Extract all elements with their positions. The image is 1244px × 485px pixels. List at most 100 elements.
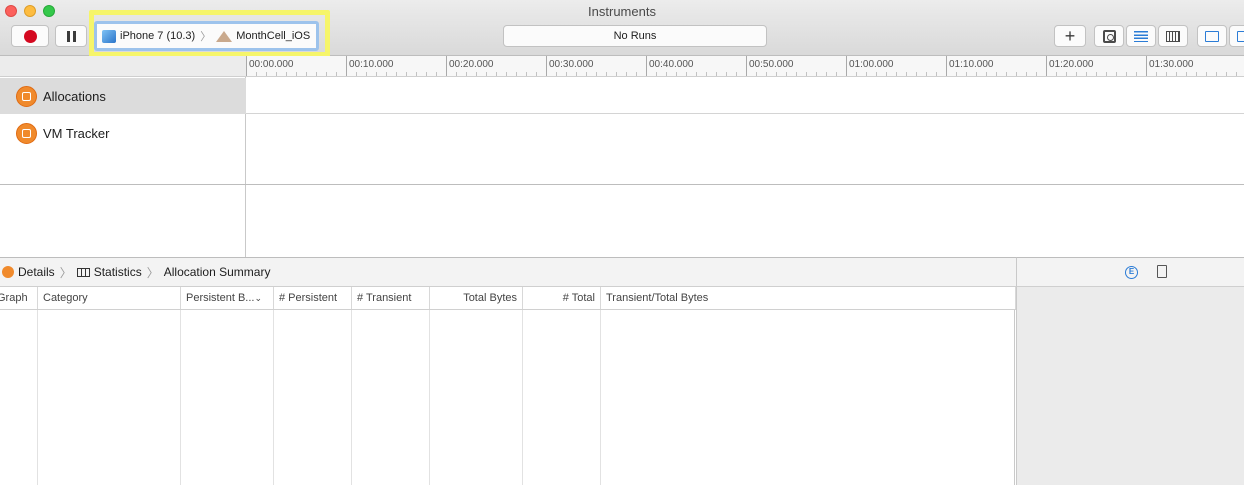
- app-label: MonthCell_iOS: [236, 30, 311, 42]
- record-settings-button[interactable]: [1094, 25, 1124, 47]
- instrument-row-allocations[interactable]: Allocations: [0, 78, 246, 114]
- column-header-total-count[interactable]: # Total: [523, 287, 601, 309]
- add-instrument-button[interactable]: +: [1054, 25, 1086, 47]
- timeline-minor-tick: [676, 72, 677, 76]
- instrument-name: Allocations: [43, 88, 106, 104]
- timeline-minor-tick: [266, 72, 267, 76]
- timeline-minor-tick: [1096, 72, 1097, 76]
- instrument-list-header: [0, 56, 246, 77]
- timeline-minor-tick: [516, 72, 517, 76]
- timeline-minor-tick: [766, 72, 767, 76]
- pause-button[interactable]: [55, 25, 87, 47]
- timeline-minor-tick: [866, 72, 867, 76]
- timeline-minor-tick: [456, 72, 457, 76]
- timeline-minor-tick: [476, 72, 477, 76]
- chevron-right-icon: 〉: [200, 31, 212, 43]
- column-label: Persistent B...: [186, 292, 255, 304]
- timeline-minor-tick: [506, 72, 507, 76]
- instrument-row-vm-tracker[interactable]: VM Tracker: [0, 115, 246, 151]
- timeline-minor-tick: [276, 72, 277, 76]
- timeline-minor-tick: [1066, 72, 1067, 76]
- document-icon[interactable]: [1157, 265, 1167, 278]
- column-header-persistent-count[interactable]: # Persistent: [274, 287, 352, 309]
- timeline-minor-tick: [1126, 72, 1127, 76]
- instrument-track-area[interactable]: [246, 77, 1244, 257]
- extended-detail-icon[interactable]: E: [1125, 266, 1138, 279]
- table-header: Graph Category Persistent B...⌄ # Persis…: [0, 287, 1016, 310]
- timeline-minor-tick: [1116, 72, 1117, 76]
- timeline-minor-tick: [366, 72, 367, 76]
- timeline-minor-tick: [736, 72, 737, 76]
- record-icon: [23, 29, 37, 43]
- column-separator: [273, 310, 274, 485]
- timeline-minor-tick: [1226, 72, 1227, 76]
- column-header-graph[interactable]: Graph: [0, 287, 38, 309]
- timeline-minor-tick: [256, 72, 257, 76]
- sort-descending-icon: ⌄: [254, 293, 263, 303]
- extended-detail-button[interactable]: [1158, 25, 1188, 47]
- vm-tracker-icon: [16, 122, 37, 144]
- timeline-minor-tick: [776, 72, 777, 76]
- timeline-minor-tick: [666, 72, 667, 76]
- toggle-detail-pane-button[interactable]: [1197, 25, 1227, 47]
- timeline-minor-tick: [836, 72, 837, 76]
- toolbar: Instruments iPhone 7 (10.3) 〉 MonthCell_…: [0, 0, 1244, 57]
- timeline-minor-tick: [1036, 72, 1037, 76]
- timeline-minor-tick: [956, 72, 957, 76]
- timeline-minor-tick: [656, 72, 657, 76]
- timeline-minor-tick: [426, 72, 427, 76]
- breadcrumb-statistics[interactable]: Statistics: [76, 265, 142, 279]
- timeline-minor-tick: [586, 72, 587, 76]
- column-header-transient-count[interactable]: # Transient: [352, 287, 430, 309]
- timeline-minor-tick: [416, 72, 417, 76]
- runs-selector[interactable]: No Runs: [503, 25, 767, 47]
- record-button[interactable]: [11, 25, 49, 47]
- timeline-minor-tick: [856, 72, 857, 76]
- timeline-minor-tick: [566, 72, 567, 76]
- target-selector[interactable]: iPhone 7 (10.3) 〉 MonthCell_iOS: [94, 21, 319, 51]
- timeline-minor-tick: [1086, 72, 1087, 76]
- instrument-name: VM Tracker: [43, 125, 110, 141]
- timeline-minor-tick: [286, 72, 287, 76]
- breadcrumb-allocation-summary[interactable]: Allocation Summary: [164, 265, 271, 279]
- timeline-minor-tick: [926, 72, 927, 76]
- timeline-minor-tick: [996, 72, 997, 76]
- toggle-inspector-button[interactable]: [1229, 25, 1244, 47]
- timeline-minor-tick: [336, 72, 337, 76]
- breadcrumb-label: Allocation Summary: [163, 265, 271, 279]
- timeline-ruler[interactable]: 00:00.000 00:10.000 00:20.000 00:30.000 00:4…: [246, 56, 1244, 77]
- timeline-minor-tick: [606, 72, 607, 76]
- breadcrumb-label: Statistics: [93, 265, 142, 279]
- timeline-minor-tick: [396, 72, 397, 76]
- timeline-minor-tick: [1196, 72, 1197, 76]
- timeline-minor-tick: [576, 72, 577, 76]
- grid-icon: [1166, 30, 1180, 42]
- column-header-category[interactable]: Category: [38, 287, 181, 309]
- timeline-minor-tick: [306, 72, 307, 76]
- timeline-minor-tick: [296, 72, 297, 76]
- column-header-total-bytes[interactable]: Total Bytes: [430, 287, 523, 309]
- column-separator: [37, 310, 38, 485]
- timeline-minor-tick: [896, 72, 897, 76]
- timeline-minor-tick: [686, 72, 687, 76]
- column-header-transient-total-bytes[interactable]: Transient/Total Bytes: [601, 287, 1016, 309]
- allocations-icon: [16, 85, 37, 107]
- timeline-minor-tick: [556, 72, 557, 76]
- list-icon: [1134, 30, 1148, 42]
- timeline-minor-tick: [466, 72, 467, 76]
- allocations-small-icon: [2, 266, 14, 278]
- timeline-minor-tick: [1236, 72, 1237, 76]
- timeline-minor-tick: [1076, 72, 1077, 76]
- timeline-minor-tick: [406, 72, 407, 76]
- timeline-minor-tick: [1106, 72, 1107, 76]
- timeline-minor-tick: [386, 72, 387, 76]
- timeline-minor-tick: [716, 72, 717, 76]
- column-header-persistent-bytes[interactable]: Persistent B...⌄: [181, 287, 274, 309]
- breadcrumb-details[interactable]: Details: [2, 265, 55, 279]
- right-panel-icon: [1237, 30, 1244, 42]
- timeline-minor-tick: [786, 72, 787, 76]
- display-settings-button[interactable]: [1126, 25, 1156, 47]
- timeline-minor-tick: [626, 72, 627, 76]
- timeline-minor-tick: [376, 72, 377, 76]
- timeline-minor-tick: [526, 72, 527, 76]
